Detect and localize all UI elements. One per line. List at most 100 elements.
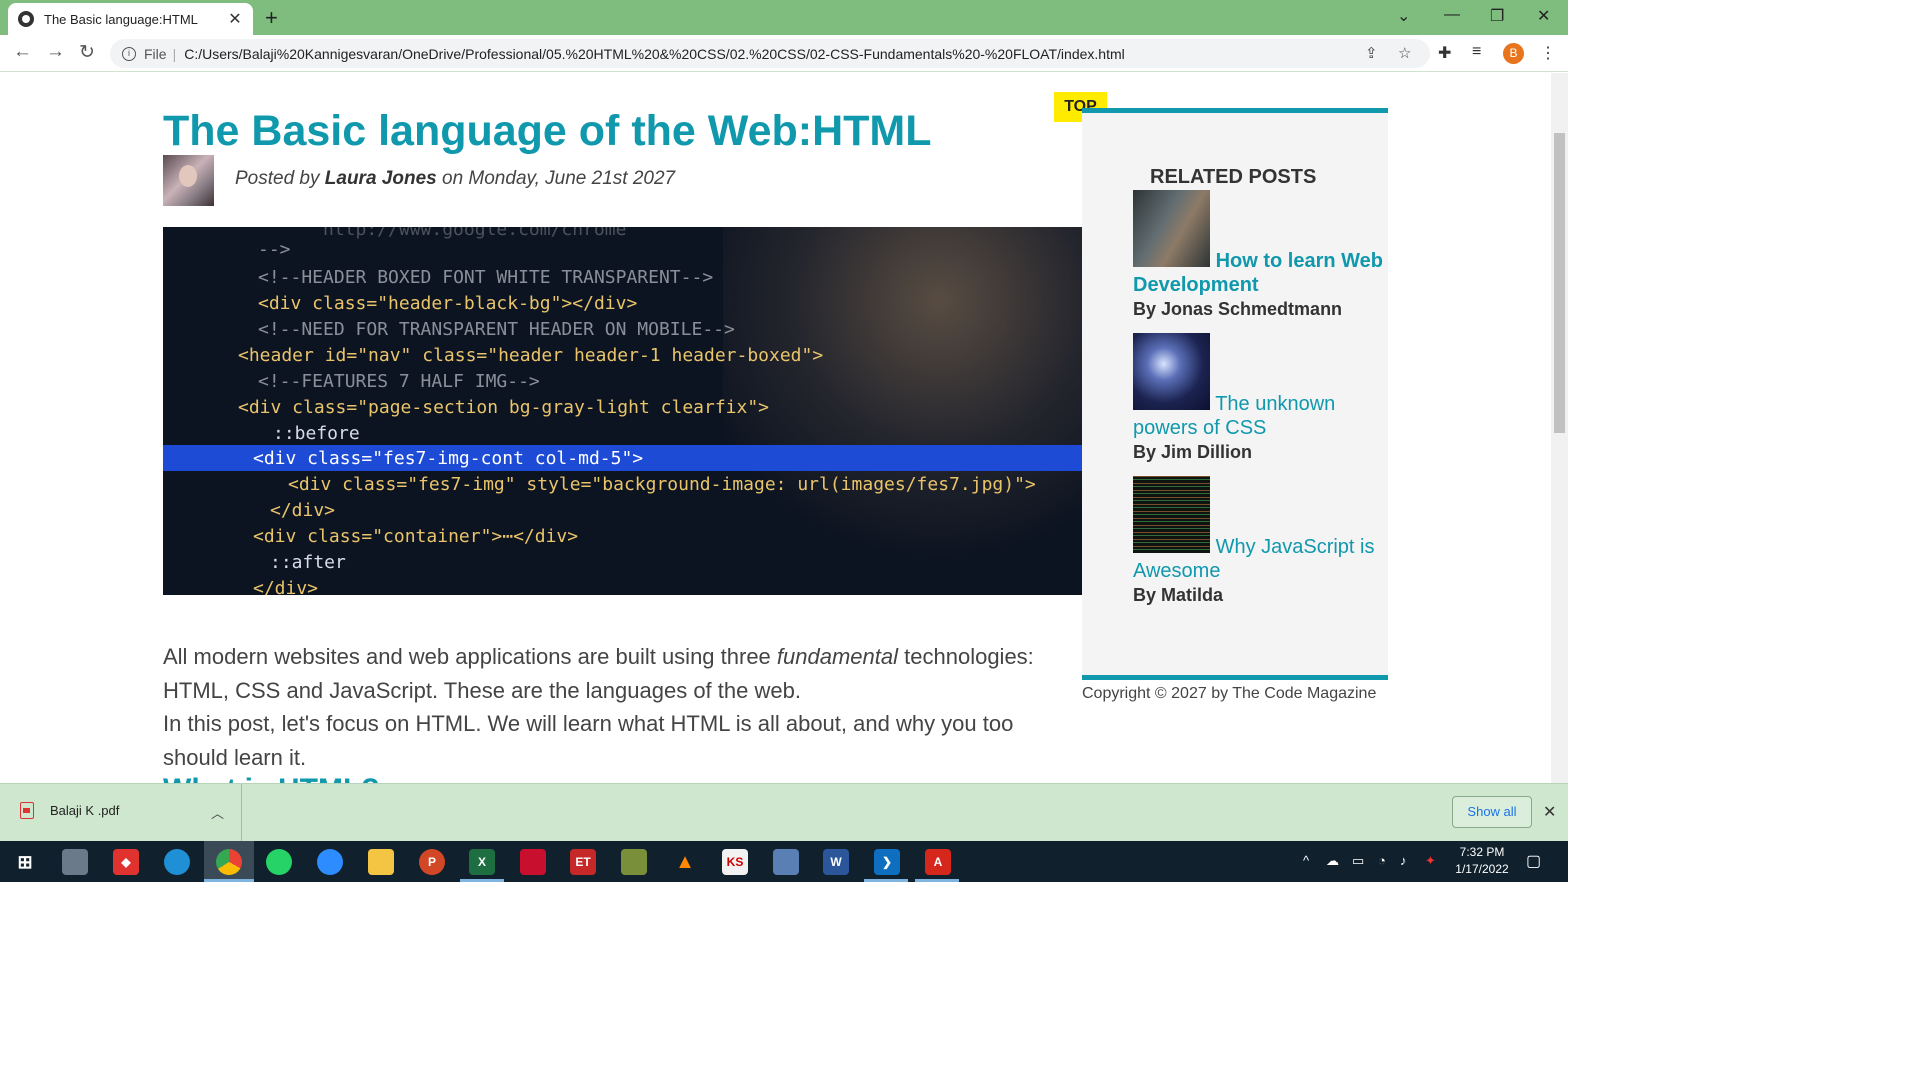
reading-list-icon[interactable]: ≡ [1472, 43, 1481, 61]
volume-icon[interactable]: ♪ [1400, 853, 1407, 868]
url-text[interactable]: C:/Users/Balaji%20Kannigesvaran/OneDrive… [184, 46, 1125, 62]
word-icon[interactable]: W [823, 849, 849, 875]
emphasis-text: fundamental [776, 644, 899, 669]
related-post[interactable]: Why JavaScript is Awesome By Matilda [1133, 476, 1388, 606]
notification-app-icon[interactable]: ✦ [1425, 853, 1436, 869]
address-separator: | [172, 45, 177, 62]
bookmark-star-icon[interactable]: ☆ [1398, 44, 1411, 62]
post-author: By Jonas Schmedtmann [1133, 299, 1343, 319]
download-item[interactable]: Balaji K .pdf [20, 802, 119, 819]
chevron-up-icon[interactable]: ︿ [211, 803, 224, 822]
share-icon[interactable]: ⇪ [1365, 44, 1378, 62]
clock-date: 1/17/2022 [1455, 862, 1509, 876]
powerpoint-icon[interactable]: P [419, 849, 445, 875]
code-line: </div> [253, 578, 319, 595]
app-icon[interactable] [520, 849, 546, 875]
hero-code-image: http://www.google.com/chrome --> <!--HEA… [163, 227, 1082, 595]
forward-icon[interactable]: → [46, 41, 65, 63]
related-post[interactable]: How to learn Web Development By Jonas Sc… [1133, 190, 1388, 320]
windows-start-icon[interactable]: ⊞ [12, 849, 38, 875]
whatsapp-icon[interactable] [266, 849, 292, 875]
browser-tab[interactable]: The Basic language:HTML ✕ [8, 3, 253, 35]
minimize-button[interactable]: — [1444, 6, 1460, 24]
toolbar: ← → ↻ i File | C:/Users/Balaji%20Kannige… [0, 35, 1568, 72]
extensions-icon[interactable]: ✚ [1438, 43, 1451, 63]
acrobat-icon[interactable]: A [925, 849, 951, 875]
file-explorer-icon[interactable] [368, 849, 394, 875]
file-label: File [144, 45, 167, 62]
scrollbar-thumb[interactable] [1554, 133, 1565, 433]
page-scrollbar[interactable] [1551, 73, 1568, 783]
profile-avatar[interactable]: B [1503, 43, 1524, 64]
related-post-title[interactable]: How to learn Web Development [1133, 190, 1388, 297]
code-line: <div class="page-section bg-gray-light c… [238, 397, 770, 418]
article-body: All modern websites and web applications… [163, 640, 1063, 774]
taskbar: ⊞ ◆ P X ET ▲ KS W ❯ A ^ ☁ ▭ ◔ ♪ ✦ 7:32 P… [0, 841, 1568, 882]
app-running-indicator [204, 879, 254, 882]
code-line: <!--HEADER BOXED FONT WHITE TRANSPARENT-… [258, 267, 714, 288]
byline-date: on Monday, June 21st 2027 [442, 168, 676, 189]
system-clock[interactable]: 7:32 PM 1/17/2022 [1452, 844, 1512, 878]
app-icon[interactable]: ◆ [113, 849, 139, 875]
article-title: The Basic language of the Web:HTML [163, 107, 932, 155]
section-heading: What is HTML? [163, 773, 380, 783]
code-line: ::before [273, 423, 360, 444]
related-posts-sidebar: RELATED POSTS How to learn Web Developme… [1082, 108, 1388, 680]
app-icon[interactable]: KS [722, 849, 748, 875]
chrome-icon[interactable] [216, 849, 242, 875]
info-icon[interactable]: i [122, 46, 136, 61]
post-author: By Matilda [1133, 585, 1224, 605]
new-tab-button[interactable]: + [265, 5, 278, 31]
article-byline: Posted by Laura Jones on Monday, June 21… [235, 168, 675, 190]
action-center-icon[interactable]: ▢ [1526, 851, 1541, 871]
restore-button[interactable]: ❐ [1490, 6, 1504, 26]
code-line: <div class="container">⋯</div> [253, 526, 579, 547]
tab-close-button[interactable]: ✕ [227, 9, 243, 29]
tab-search-icon[interactable]: ⌄ [1397, 6, 1410, 26]
zoom-icon[interactable] [317, 849, 343, 875]
excel-icon[interactable]: X [469, 849, 495, 875]
code-line: --> [258, 239, 291, 260]
code-line: <div class="fes7-img" style="background-… [288, 474, 1036, 495]
vlc-icon[interactable]: ▲ [672, 849, 698, 875]
app-running-indicator [460, 879, 504, 882]
app-icon[interactable] [621, 849, 647, 875]
back-icon[interactable]: ← [13, 41, 32, 63]
post-thumbnail [1133, 476, 1210, 553]
code-line: <header id="nav" class="header header-1 … [238, 345, 824, 366]
tab-strip: The Basic language:HTML ✕ + ⌄ — ❐ ✕ [0, 0, 1568, 35]
app-icon[interactable] [62, 849, 88, 875]
address-bar[interactable]: i File | C:/Users/Balaji%20Kannigesvaran… [110, 39, 1430, 68]
app-icon[interactable]: ET [570, 849, 596, 875]
edge-icon[interactable] [164, 849, 190, 875]
code-line: <!--FEATURES 7 HALF IMG--> [258, 371, 540, 392]
cloud-icon[interactable]: ☁ [1326, 853, 1339, 869]
menu-icon[interactable]: ⋮ [1540, 43, 1556, 63]
show-all-button[interactable]: Show all [1452, 796, 1532, 828]
post-thumbnail [1133, 190, 1210, 267]
download-file-name[interactable]: Balaji K .pdf [50, 803, 119, 818]
close-window-button[interactable]: ✕ [1537, 6, 1550, 26]
paragraph: In this post, let's focus on HTML. We wi… [163, 711, 1014, 770]
hero-glow [723, 227, 1082, 595]
reload-icon[interactable]: ↻ [79, 41, 95, 64]
vscode-icon[interactable]: ❯ [874, 849, 900, 875]
related-post-title[interactable]: The unknown powers of CSS [1133, 333, 1388, 440]
app-icon[interactable] [773, 849, 799, 875]
author-name: Laura Jones [324, 168, 437, 189]
byline-prefix: Posted by [235, 168, 320, 189]
chevron-up-icon[interactable]: ^ [1303, 853, 1309, 868]
battery-icon[interactable]: ▭ [1352, 853, 1364, 869]
paragraph-text: All modern websites and web applications… [163, 644, 771, 669]
author-avatar [163, 155, 214, 206]
close-download-bar-icon[interactable]: ✕ [1543, 802, 1556, 822]
post-thumbnail [1133, 333, 1210, 410]
clock-time: 7:32 PM [1459, 845, 1505, 859]
divider [241, 784, 242, 842]
related-post[interactable]: The unknown powers of CSS By Jim Dillion [1133, 333, 1388, 463]
page-viewport: The Basic language of the Web:HTML Poste… [0, 73, 1551, 783]
related-post-title[interactable]: Why JavaScript is Awesome [1133, 476, 1388, 583]
wifi-icon[interactable]: ◔ [1378, 853, 1386, 868]
globe-icon [18, 11, 34, 27]
app-running-indicator [864, 879, 908, 882]
